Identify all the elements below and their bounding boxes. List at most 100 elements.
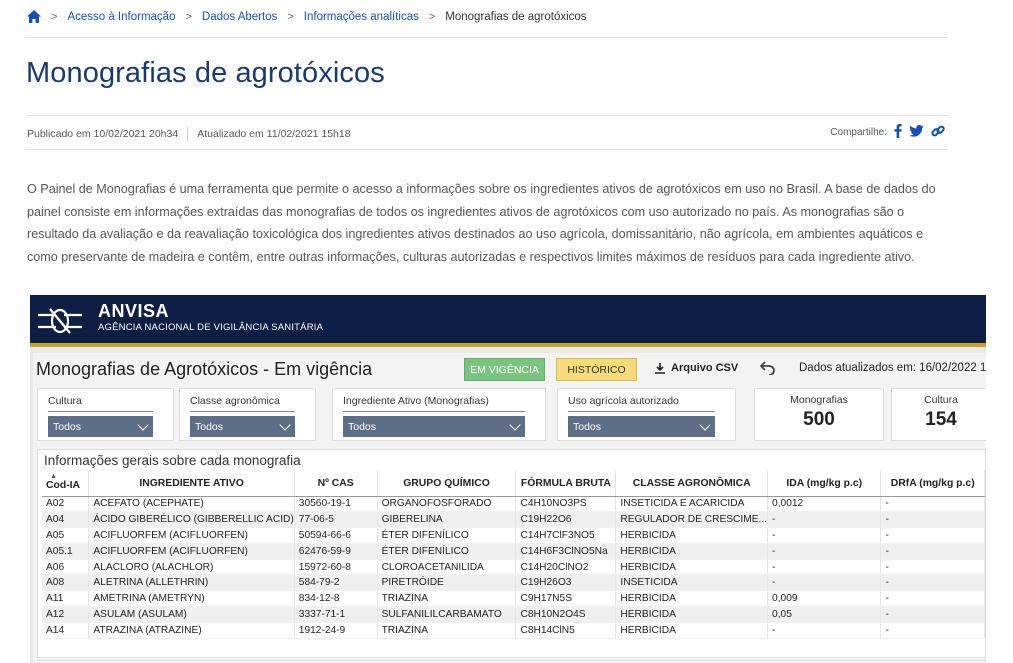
table-cell: A05 — [42, 527, 90, 544]
table-cell: A04 — [42, 511, 90, 529]
column-header-drfa[interactable]: DRfA (mg/kg p.c) — [880, 471, 985, 497]
breadcrumb-link-acesso[interactable]: Acesso à Informação — [67, 11, 175, 23]
ingrediente-ativo-select[interactable]: Todos — [343, 416, 525, 437]
table-row[interactable]: A08 ALETRINA (ALLETHRIN) 584-79-2 PIRETRÓID… — [42, 574, 985, 592]
home-icon[interactable] — [27, 10, 41, 24]
table-cell: ACEFATO (ACEPHATE) — [88, 496, 295, 513]
breadcrumb-link-informacoes[interactable]: Informações analíticas — [304, 11, 419, 23]
table-cell: HERBICIDA — [615, 606, 769, 623]
uso-agricola-select[interactable]: Todos — [568, 416, 715, 437]
column-header-formula[interactable]: FÓRMULA BRUTA — [515, 471, 617, 497]
table-cell: - — [880, 606, 985, 623]
csv-download-button[interactable]: Arquivo CSV — [654, 362, 738, 374]
csv-label: Arquivo CSV — [671, 362, 739, 374]
chevron-down-icon — [137, 418, 149, 431]
table-cell: HERBICIDA — [615, 559, 769, 576]
table-cell: - — [880, 527, 985, 544]
table-cell: A06 — [42, 559, 90, 576]
breadcrumb-link-dados-abertos[interactable]: Dados Abertos — [202, 11, 277, 23]
table-cell: ACIFLUORFEM (ACIFLUORFEN) — [88, 543, 295, 560]
table-cell: A02 — [42, 496, 90, 513]
filter-label: Ingrediente Ativo (Monografias) — [343, 395, 489, 407]
column-header-ingrediente[interactable]: INGREDIENTE ATIVO — [88, 471, 295, 497]
table-row[interactable]: A04 ÁCIDO GIBERÉLICO (GIBBERELLIC ACID) 77… — [42, 511, 985, 529]
table-cell: HERBICIDA — [615, 527, 769, 544]
twitter-icon[interactable] — [909, 124, 924, 139]
table-cell: - — [767, 543, 882, 560]
table-cell: PIRETRÓIDE — [377, 574, 517, 592]
column-header-grupo[interactable]: GRUPO QUÍMICO — [377, 471, 517, 497]
dashboard-embed: ANVISA AGÊNCIA NACIONAL DE VIGILÂNCIA SA… — [30, 295, 986, 663]
filter-label: Classe agronômica — [190, 395, 280, 407]
table-row[interactable]: A05.1 ACIFLUORFEM (ACIFLUORFEN) 62476-59-9… — [42, 543, 985, 560]
monografias-table-panel: Informações gerais sobre cada monografia… — [37, 449, 986, 658]
filter-underline — [190, 411, 295, 412]
table-row[interactable]: A14 ATRAZINA (ATRAZINE) 1912-24-9 TRIAZINA C… — [42, 622, 985, 639]
link-icon[interactable] — [931, 124, 945, 140]
filter-classe-agronomica[interactable]: Classe agronômica Todos — [179, 388, 316, 441]
breadcrumb-current: Monografias de agrotóxicos — [445, 11, 587, 23]
table-cell: ALACLORO (ALACHLOR) — [88, 559, 295, 576]
table-cell: 584-79-2 — [294, 574, 378, 592]
filter-underline — [568, 411, 715, 412]
table-row[interactable]: A02 ACEFATO (ACEPHATE) 30560-19-1 ORGANOFOS… — [42, 496, 985, 513]
facebook-icon[interactable] — [894, 124, 902, 140]
table-cell: ALETRINA (ALLETHRIN) — [88, 574, 295, 592]
undo-icon[interactable] — [759, 360, 776, 380]
dashboard-title: Monografias de Agrotóxicos - Em vigência — [36, 359, 373, 379]
table-cell: 77-06-5 — [294, 511, 378, 529]
table-cell: SULFANILILCARBAMATO — [377, 606, 517, 623]
column-header-classe[interactable]: CLASSE AGRONÔMICA — [615, 471, 769, 497]
share-bar: Compartilhe: — [830, 124, 945, 140]
dashboard-body: Monografias de Agrotóxicos - Em vigência… — [33, 353, 986, 663]
table-row[interactable]: A05 ACIFLUORFEM (ACIFLUORFEN) 50594-66-6 ÉT… — [42, 527, 985, 544]
table-cell: - — [880, 543, 985, 560]
table-cell: C14H7ClF3NO5 — [515, 527, 617, 544]
historico-button[interactable]: HISTÓRICO — [556, 358, 637, 381]
table-cell: C9H17N5S — [515, 590, 617, 608]
table-cell: A05.1 — [42, 543, 90, 560]
chevron-down-icon — [699, 418, 711, 431]
divider — [27, 115, 948, 116]
filter-underline — [343, 411, 525, 412]
filter-ingrediente-ativo[interactable]: Ingrediente Ativo (Monografias) Todos — [332, 388, 546, 441]
table-row[interactable]: A06 ALACLORO (ALACHLOR) 15972-60-8 CLOROACE… — [42, 559, 985, 576]
column-header-cod-ia[interactable]: ▲ Cod-IA — [42, 471, 90, 497]
table-cell: C8H14ClN5 — [515, 622, 617, 639]
table-cell: INSETICIDA — [615, 574, 769, 592]
cultura-select[interactable]: Todos — [48, 416, 153, 437]
select-value: Todos — [348, 420, 377, 433]
publication-meta: Publicado em 10/02/2021 20h34 Atualizado… — [27, 127, 351, 141]
brand-name: ANVISA — [98, 301, 170, 321]
table-cell: - — [880, 574, 985, 592]
filter-cultura[interactable]: Cultura Todos — [37, 388, 174, 441]
table-cell: - — [880, 590, 985, 608]
divider — [27, 37, 948, 38]
classe-agronomica-select[interactable]: Todos — [190, 416, 295, 437]
table-cell: 0,05 — [767, 606, 882, 623]
card-value: 500 — [803, 409, 835, 430]
data-updated-text: Dados atualizados em: 16/02/2022 1 — [799, 362, 986, 374]
table-cell: CLOROACETANILIDA — [377, 559, 517, 576]
column-header-ida[interactable]: IDA (mg/kg p.c) — [767, 471, 882, 497]
table-row[interactable]: A11 AMETRINA (AMETRYN) 834-12-8 TRIAZINA C9H… — [42, 590, 985, 608]
select-value: Todos — [53, 420, 82, 433]
em-vigencia-button[interactable]: EM VIGÊNCIA — [464, 358, 545, 381]
download-icon — [655, 363, 665, 374]
table-cell: - — [767, 574, 882, 592]
filter-underline — [48, 411, 153, 412]
table-cell: AMETRINA (AMETRYN) — [88, 590, 295, 608]
table-cell: C4H10NO3PS — [515, 496, 617, 513]
card-monografias: Monografias 500 — [754, 388, 884, 441]
chevron-down-icon — [509, 418, 521, 431]
table-row[interactable]: A12 ASULAM (ASULAM) 3337-71-1 SULFANILILCAR… — [42, 606, 985, 623]
select-value: Todos — [573, 420, 602, 433]
table-cell: - — [880, 559, 985, 576]
table-cell: HERBICIDA — [615, 622, 769, 639]
column-header-cas[interactable]: Nº CAS — [294, 471, 378, 497]
page-title: Monografias de agrotóxicos — [26, 57, 385, 89]
table-cell: A11 — [42, 590, 90, 608]
filter-uso-agricola[interactable]: Uso agrícola autorizado Todos — [557, 388, 736, 441]
chevron-right-icon: > — [428, 11, 436, 23]
table-cell: ÁCIDO GIBERÉLICO (GIBBERELLIC ACID) — [88, 511, 295, 529]
